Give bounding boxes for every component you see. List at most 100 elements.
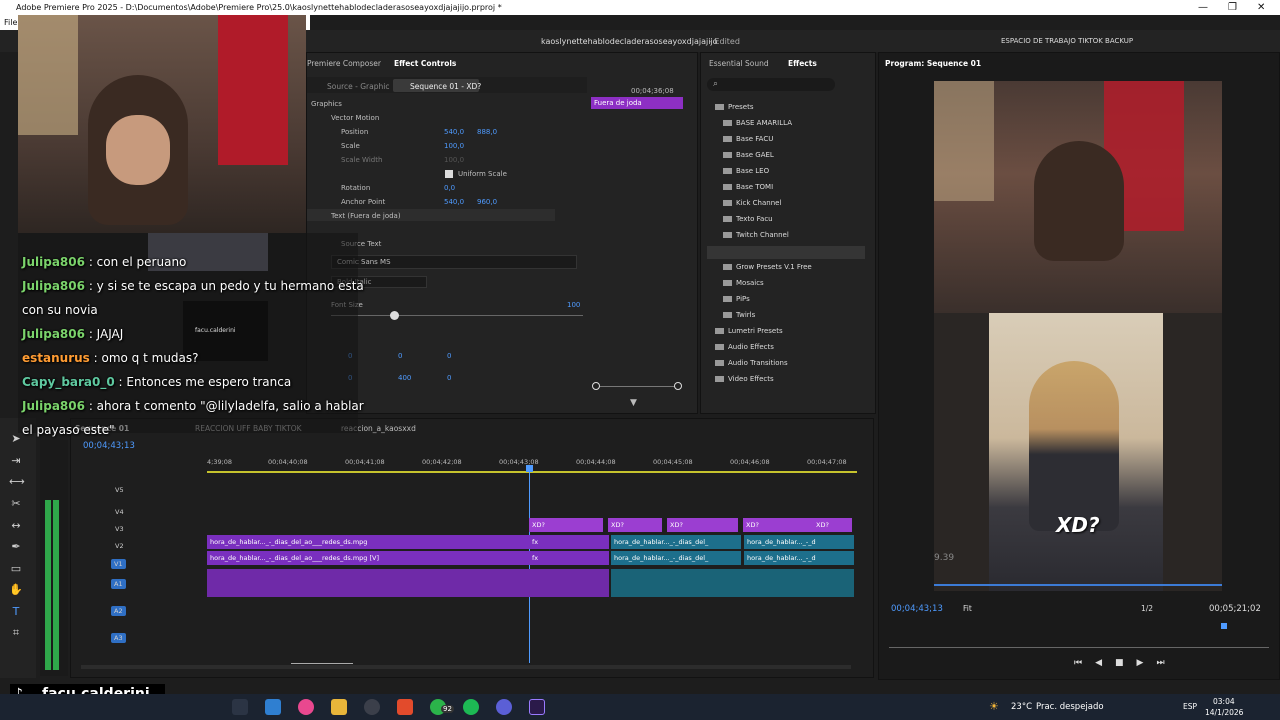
effects-tree-item[interactable]: Lumetri Presets [715, 327, 783, 335]
tracking-c[interactable]: 0 [447, 352, 451, 360]
minimize-button[interactable]: — [1198, 0, 1208, 15]
obs-icon[interactable] [364, 699, 380, 715]
spotify-icon[interactable] [463, 699, 479, 715]
track-label-a1[interactable]: A1 [111, 579, 126, 589]
workspace-name[interactable]: ESPACIO DE TRABAJO TIKTOK BACKUP [1001, 37, 1133, 45]
position-x[interactable]: 540,0 [444, 128, 464, 136]
program-timecode[interactable]: 00;04;43;13 [891, 604, 943, 614]
timeline-timecode[interactable]: 00;04;43;13 [83, 441, 135, 451]
audio-clip-a1[interactable] [207, 569, 609, 597]
tab-effects[interactable]: Effects [788, 59, 817, 68]
effects-tree-item[interactable]: Base GAEL [723, 151, 774, 159]
leading-value[interactable]: 400 [398, 374, 411, 382]
track-select-tool-icon[interactable]: ⇥ [9, 454, 23, 468]
discord-icon[interactable] [496, 699, 512, 715]
clock-date[interactable]: 14/1/2026 [1205, 708, 1243, 717]
weather-temp[interactable]: 23°C [1011, 702, 1032, 712]
font-size-slider[interactable] [331, 315, 583, 316]
track-label-v4[interactable]: V4 [115, 508, 124, 516]
clip-xd[interactable]: XD? [608, 518, 662, 532]
track-label-v3[interactable]: V3 [115, 525, 124, 533]
effects-tree-item[interactable]: Audio Effects [715, 343, 774, 351]
selection-tool-icon[interactable]: ➤ [9, 432, 23, 446]
anchor-x[interactable]: 540,0 [444, 198, 464, 206]
effects-tree-item[interactable]: BASE AMARILLA [723, 119, 792, 127]
track-label-a3[interactable]: A3 [111, 633, 126, 643]
clip-v2-teal[interactable]: hora_de_hablar..._-_dias_del_ [611, 535, 741, 549]
restore-button[interactable]: ❐ [1228, 0, 1237, 15]
clip-v1-purple[interactable]: fx [529, 551, 609, 565]
premiere-icon[interactable] [529, 699, 545, 715]
tab-program[interactable]: Program: Sequence 01 [885, 59, 981, 68]
effects-tree-item[interactable]: Base FACU [723, 135, 773, 143]
font-size-value[interactable]: 100 [567, 301, 580, 309]
fit-dropdown[interactable]: Fit [963, 604, 972, 613]
file-explorer-icon[interactable] [331, 699, 347, 715]
razor-tool-icon[interactable]: ✂ [9, 497, 23, 511]
clip-xd[interactable]: XD? [529, 518, 603, 532]
timeline-scrollbar[interactable] [81, 665, 851, 669]
track-label-v1[interactable]: V1 [111, 559, 126, 569]
app-icon-1[interactable] [298, 699, 314, 715]
quality-dropdown[interactable]: 1/2 [1141, 604, 1153, 613]
task-view-icon[interactable] [232, 699, 248, 715]
effects-tree-item[interactable]: Base TOMI [723, 183, 773, 191]
tab-premiere-composer[interactable]: Premiere Composer [307, 59, 381, 68]
ec-zoom-handle-right[interactable] [674, 382, 682, 390]
program-playhead[interactable] [1221, 623, 1227, 629]
timeline-zoom-handle[interactable] [291, 663, 353, 669]
effects-tree-item[interactable]: Presets [715, 103, 753, 111]
ripple-tool-icon[interactable]: ⟷ [9, 475, 25, 489]
weather-icon[interactable]: ☀ [989, 700, 999, 713]
playhead-handle[interactable] [526, 465, 533, 472]
clip-v1-teal[interactable]: hora_de_hablar..._-_dias_del_ [611, 551, 741, 565]
scale-value[interactable]: 100,0 [444, 142, 464, 150]
text-layer-label[interactable]: Text (Fuera de joda) [331, 212, 401, 220]
effects-tree-item[interactable]: Audio Transitions [715, 359, 788, 367]
clip-xd[interactable]: XD? [813, 518, 852, 532]
rectangle-tool-icon[interactable]: ▭ [9, 562, 23, 576]
type-tool-icon[interactable]: T [9, 605, 23, 619]
program-scrubber[interactable] [889, 647, 1269, 648]
clock-time[interactable]: 03:04 [1213, 697, 1235, 706]
ec-zoom-bar[interactable] [595, 386, 677, 387]
clip-xd[interactable]: XD? [743, 518, 813, 532]
hand-tool-icon[interactable]: ✋ [9, 583, 23, 597]
tab-essential-sound[interactable]: Essential Sound [709, 59, 769, 68]
effects-tree-item[interactable]: Kick Channel [723, 199, 781, 207]
anchor-y[interactable]: 960,0 [477, 198, 497, 206]
clip-v2-teal-2[interactable]: hora_de_hablar..._-_d [744, 535, 854, 549]
source-graphic-tab[interactable]: Source - Graphic [327, 82, 389, 91]
effects-tree-item[interactable]: Base LEO [723, 167, 769, 175]
filter-icon[interactable]: ▼ [630, 398, 637, 408]
language-indicator[interactable]: ESP [1183, 702, 1197, 711]
effects-tree-item[interactable]: PiPs [723, 295, 750, 303]
track-label-a2[interactable]: A2 [111, 606, 126, 616]
rotation-value[interactable]: 0,0 [444, 184, 455, 192]
uniform-scale-checkbox[interactable] [445, 170, 453, 178]
sequence-tab[interactable]: Sequence 01 - XD? [410, 82, 481, 91]
effects-tree-item[interactable]: Grow Presets V.1 Free [723, 263, 812, 271]
timeline-playhead[interactable] [529, 467, 530, 663]
effects-tree-item[interactable]: Video Effects [715, 375, 774, 383]
vector-motion-label[interactable]: Vector Motion [331, 114, 379, 122]
baseline-value[interactable]: 0 [447, 374, 451, 382]
tracking-b[interactable]: 0 [398, 352, 402, 360]
track-label-v5[interactable]: V5 [115, 486, 124, 494]
tab-effect-controls[interactable]: Effect Controls [394, 59, 456, 68]
pen-tool-icon[interactable]: ✒ [9, 540, 23, 554]
slip-tool-icon[interactable]: ↔ [9, 519, 23, 533]
effects-tree-item[interactable]: Mosaics [723, 279, 764, 287]
track-label-v2[interactable]: V2 [115, 542, 124, 550]
audio-clip-a1-teal[interactable] [611, 569, 854, 597]
brave-icon[interactable] [397, 699, 413, 715]
effects-tree-item[interactable]: Twitch Channel [723, 231, 789, 239]
weather-desc[interactable]: Prac. despejado [1036, 702, 1104, 712]
font-size-thumb[interactable] [390, 311, 399, 320]
effects-search-input[interactable] [707, 78, 835, 91]
clip-v1-teal-2[interactable]: hora_de_hablar..._-_d [744, 551, 854, 565]
effects-tree-item[interactable]: Texto Facu [723, 215, 773, 223]
clip-xd[interactable]: XD? [667, 518, 738, 532]
menu-file[interactable]: File [4, 18, 17, 27]
transport-controls[interactable]: ⏮◀■▶⏭ [1074, 658, 1178, 668]
